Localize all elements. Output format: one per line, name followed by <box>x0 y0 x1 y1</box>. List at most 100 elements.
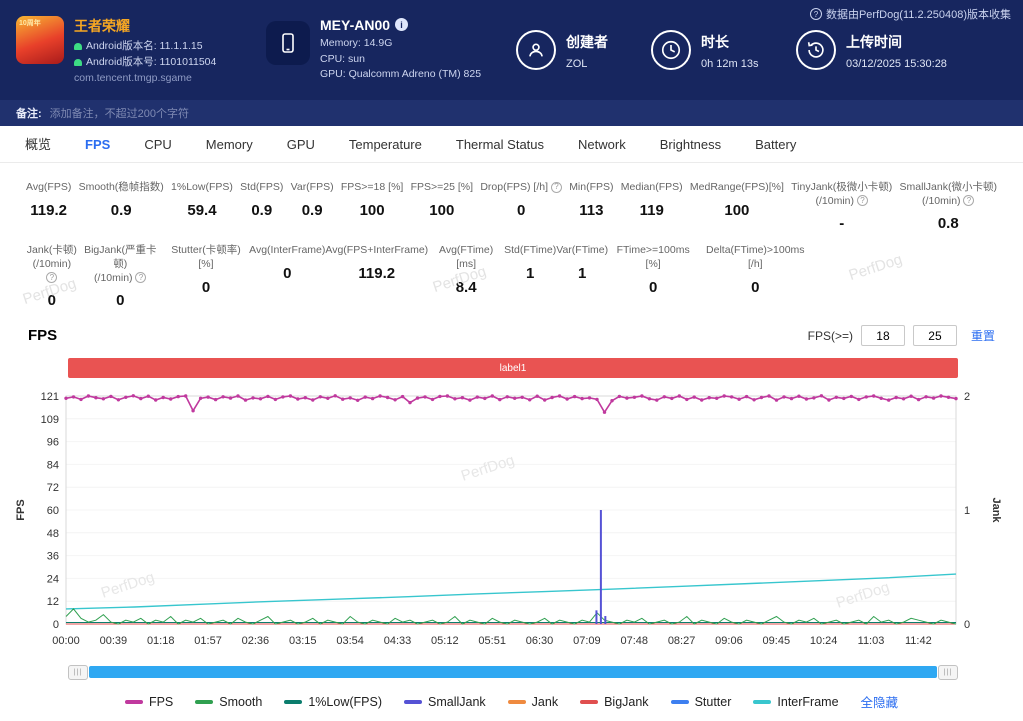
fps-threshold-input-1[interactable] <box>861 325 905 346</box>
tab-gpu[interactable]: GPU <box>270 126 332 163</box>
stat-label: Std(FTime) <box>504 244 556 258</box>
svg-text:09:06: 09:06 <box>715 635 743 647</box>
fps-threshold-filter: FPS(>=) 重置 <box>808 325 995 346</box>
stat-value: 0.9 <box>79 202 164 219</box>
duration-label: 时长 <box>701 32 758 52</box>
legend-marker <box>125 700 143 704</box>
stat-label: Drop(FPS) [/h] ? <box>480 181 562 195</box>
scrollbar-left-handle[interactable]: ||| <box>68 665 88 680</box>
stat-label: FPS>=25 [%] <box>411 181 473 195</box>
svg-text:09:45: 09:45 <box>763 635 791 647</box>
info-icon[interactable]: ? <box>135 272 146 283</box>
collector-note: ? 数据由PerfDog(11.2.250408)版本收集 <box>810 6 1011 22</box>
tab-thermal-status[interactable]: Thermal Status <box>439 126 561 163</box>
reset-link[interactable]: 重置 <box>971 327 995 344</box>
stat-min-fps: Min(FPS)113 <box>569 181 613 232</box>
stat-label: Min(FPS) <box>569 181 613 195</box>
game-icon-badge: 10周年 <box>19 18 41 28</box>
device-gpu: GPU: Qualcomm Adreno (TM) 825 <box>320 67 481 83</box>
svg-text:0: 0 <box>53 619 59 631</box>
info-icon[interactable]: ? <box>46 272 57 283</box>
stat-label: Avg(FPS+InterFrame) <box>325 244 428 258</box>
clock-icon <box>651 30 691 70</box>
tab-battery[interactable]: Battery <box>738 126 813 163</box>
svg-text:01:18: 01:18 <box>147 635 175 647</box>
chart-legend: FPSSmooth1%Low(FPS)SmallJankJankBigJankS… <box>0 692 1023 711</box>
android-icon <box>74 43 82 50</box>
svg-text:00:00: 00:00 <box>52 635 80 647</box>
stat-label: Stutter(卡顿率) [%] <box>163 244 249 271</box>
chart-scrollbar: ||| ||| <box>68 664 958 680</box>
history-clock-icon <box>796 30 836 70</box>
stat-label: FTime>=100ms [%] <box>608 244 698 271</box>
svg-text:96: 96 <box>47 437 59 449</box>
info-icon[interactable]: ? <box>857 195 868 206</box>
fps-threshold-input-2[interactable] <box>913 325 957 346</box>
stat-value: 0 <box>26 292 78 309</box>
stat-label: BigJank(严重卡顿)(/10min) ? <box>78 244 163 285</box>
scrollbar-track[interactable] <box>89 666 937 678</box>
remark-label: 备注: <box>16 105 42 121</box>
phone-icon <box>266 21 310 65</box>
svg-text:FPS: FPS <box>15 500 27 521</box>
stat-median-fps: Median(FPS)119 <box>621 181 683 232</box>
device-info-section: MEY-AN00 i Memory: 14.9G CPU: sun GPU: Q… <box>266 17 516 83</box>
legend-marker <box>508 700 526 704</box>
tab-memory[interactable]: Memory <box>189 126 270 163</box>
tab-network[interactable]: Network <box>561 126 643 163</box>
stat-label: Avg(FPS) <box>26 181 71 195</box>
stat-label: Smooth(稳帧指数) <box>79 181 164 195</box>
stat-label: SmallJank(微小卡顿)(/10min) ? <box>900 181 997 208</box>
tab-概览[interactable]: 概览 <box>8 126 68 163</box>
device-memory: Memory: 14.9G <box>320 36 481 52</box>
stats-row-2: Jank(卡顿)(/10min) ?0BigJank(严重卡顿)(/10min)… <box>26 244 813 309</box>
game-name: 王者荣耀 <box>74 16 216 36</box>
stat-stutter-%: Stutter(卡顿率) [%]0 <box>163 244 249 309</box>
stat-std-ftime: Std(FTime) 1 <box>504 244 556 309</box>
info-icon[interactable]: ? <box>551 182 562 193</box>
info-icon[interactable]: ? <box>963 195 974 206</box>
stat-1%low-fps: 1%Low(FPS) 59.4 <box>171 181 233 232</box>
svg-text:1: 1 <box>964 505 970 517</box>
stat-var-fps: Var(FPS)0.9 <box>291 181 334 232</box>
remark-bar[interactable]: 备注: 添加备注，不超过200个字符 <box>0 100 1023 126</box>
stat-label: 1%Low(FPS) <box>171 181 233 195</box>
tab-cpu[interactable]: CPU <box>127 126 188 163</box>
svg-text:03:15: 03:15 <box>289 635 317 647</box>
help-icon[interactable]: ? <box>810 8 822 20</box>
stat-label: Jank(卡顿)(/10min) ? <box>26 244 78 285</box>
stat-value: 100 <box>411 202 473 219</box>
tab-brightness[interactable]: Brightness <box>643 126 738 163</box>
stat-value: 0.8 <box>900 215 997 232</box>
scrollbar-right-handle[interactable]: ||| <box>938 665 958 680</box>
device-cpu: CPU: sun <box>320 52 481 68</box>
stat-fps-18-%: FPS>=18 [%]100 <box>341 181 403 232</box>
upload-time-section: 上传时间 03/12/2025 15:30:28 <box>796 30 1006 70</box>
fps-chart-svg[interactable]: 0122436486072849610912101200:0000:3901:1… <box>8 386 1015 658</box>
stat-label: Avg(InterFrame) <box>249 244 325 258</box>
stat-avg-fps-interframe: Avg(FPS+InterFrame)119.2 <box>325 244 428 309</box>
hide-all-link[interactable]: 全隐藏 <box>861 692 899 711</box>
stat-value: 59.4 <box>171 202 233 219</box>
watermark: PerfDog <box>847 251 905 284</box>
stat-avg-fps: Avg(FPS)119.2 <box>26 181 71 232</box>
tab-fps[interactable]: FPS <box>68 126 127 163</box>
fps-section-title: FPS <box>28 327 57 344</box>
svg-text:24: 24 <box>47 574 59 586</box>
tab-temperature[interactable]: Temperature <box>332 126 439 163</box>
label-band[interactable]: label1 <box>68 358 958 378</box>
stat-value: 1 <box>504 265 556 282</box>
svg-text:07:09: 07:09 <box>573 635 601 647</box>
stat-var-ftime: Var(FTime)1 <box>556 244 608 309</box>
stat-std-fps: Std(FPS)0.9 <box>240 181 283 232</box>
user-icon <box>516 30 556 70</box>
stat-value: 0 <box>698 279 812 296</box>
device-info-icon[interactable]: i <box>395 18 408 31</box>
stat-fps-25-%: FPS>=25 [%] 100 <box>411 181 473 232</box>
stat-smalljank: SmallJank(微小卡顿)(/10min) ? 0.8 <box>900 181 997 232</box>
stat-value: 100 <box>690 202 784 219</box>
svg-text:48: 48 <box>47 528 59 540</box>
svg-text:2: 2 <box>964 391 970 403</box>
svg-text:PerfDog: PerfDog <box>99 569 157 602</box>
fps-chart: 0122436486072849610912101200:0000:3901:1… <box>8 386 1015 658</box>
